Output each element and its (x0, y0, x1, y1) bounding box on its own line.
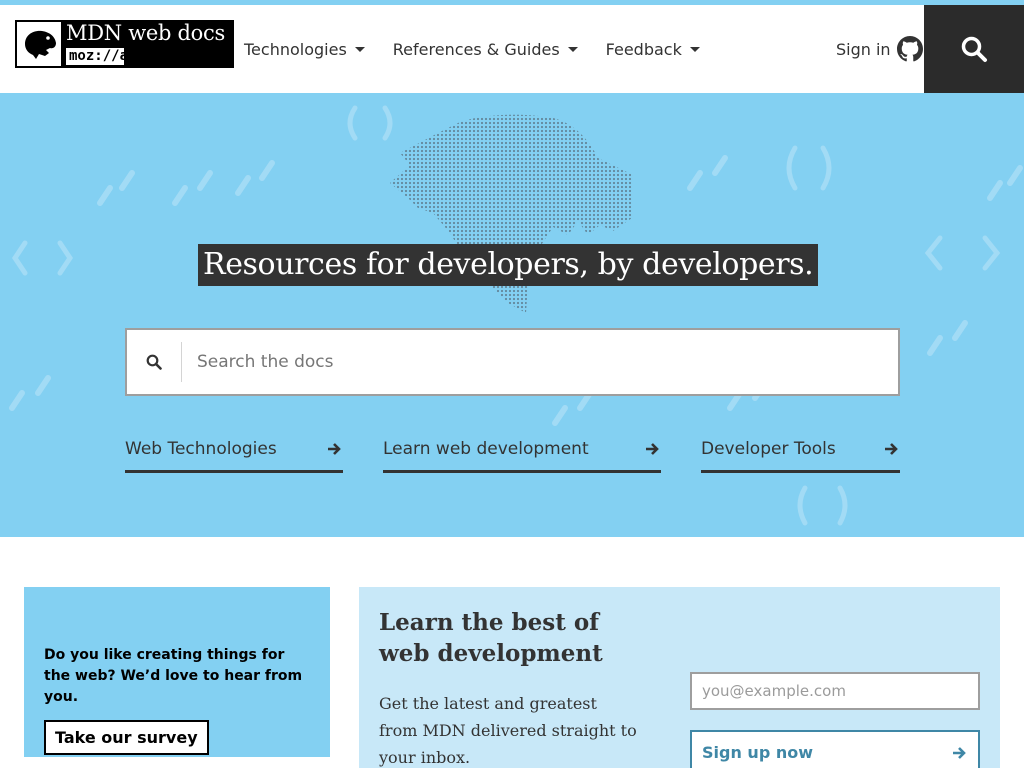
hero-section: Resources for developers, by developers.… (0, 93, 1024, 537)
newsletter-box: Learn the best of web development Get th… (359, 587, 1000, 768)
sign-up-button[interactable]: Sign up now (690, 730, 980, 768)
hero-headline: Resources for developers, by developers. (198, 244, 819, 286)
caret-down-icon (689, 46, 700, 52)
sign-in-label: Sign in (836, 39, 891, 59)
email-input[interactable] (692, 674, 978, 708)
docs-search-input[interactable] (182, 330, 898, 394)
search-icon (961, 36, 987, 62)
logo-title: MDN web docs (66, 21, 225, 45)
arrow-right-icon (327, 441, 343, 457)
survey-text: Do you like creating things for the web?… (44, 647, 303, 705)
newsletter-email-field (690, 672, 980, 710)
nav-technologies[interactable]: Technologies (244, 40, 365, 59)
link-web-technologies[interactable]: Web Technologies (125, 428, 343, 473)
newsletter-title: Learn the best of web development (379, 609, 603, 667)
link-learn-web-development-label: Learn web development (383, 439, 589, 459)
nav-technologies-label: Technologies (244, 39, 347, 59)
mozilla-wordmark: moz://a (66, 48, 128, 65)
nav-feedback-label: Feedback (605, 39, 682, 59)
docs-search-box (125, 328, 900, 396)
caret-down-icon (354, 46, 365, 52)
nav-references-guides[interactable]: References & Guides (393, 40, 578, 59)
sign-in-link[interactable]: Sign in (836, 5, 923, 93)
link-developer-tools-label: Developer Tools (701, 439, 836, 459)
link-developer-tools[interactable]: Developer Tools (701, 428, 900, 473)
dinosaur-logo-icon (15, 20, 63, 68)
arrow-right-icon (884, 441, 900, 457)
mdn-logo[interactable]: MDN web docs moz://a (15, 20, 234, 68)
github-icon (896, 36, 923, 62)
survey-box: Do you like creating things for the web?… (24, 587, 330, 757)
caret-down-icon (567, 46, 578, 52)
arrow-right-icon (953, 746, 966, 759)
link-web-technologies-label: Web Technologies (125, 439, 277, 459)
main-nav: Technologies References & Guides Feedbac… (244, 5, 728, 93)
link-learn-web-development[interactable]: Learn web development (383, 428, 661, 473)
sign-up-label: Sign up now (702, 743, 813, 762)
header-search-button[interactable] (924, 5, 1024, 93)
nav-references-guides-label: References & Guides (392, 39, 560, 59)
newsletter-description: Get the latest and greatest from MDN del… (379, 694, 637, 767)
search-icon (127, 342, 182, 382)
take-survey-button[interactable]: Take our survey (44, 720, 209, 755)
arrow-right-icon (645, 441, 661, 457)
nav-feedback[interactable]: Feedback (606, 40, 700, 59)
site-header: MDN web docs moz://a Technologies Refere… (0, 5, 1024, 93)
